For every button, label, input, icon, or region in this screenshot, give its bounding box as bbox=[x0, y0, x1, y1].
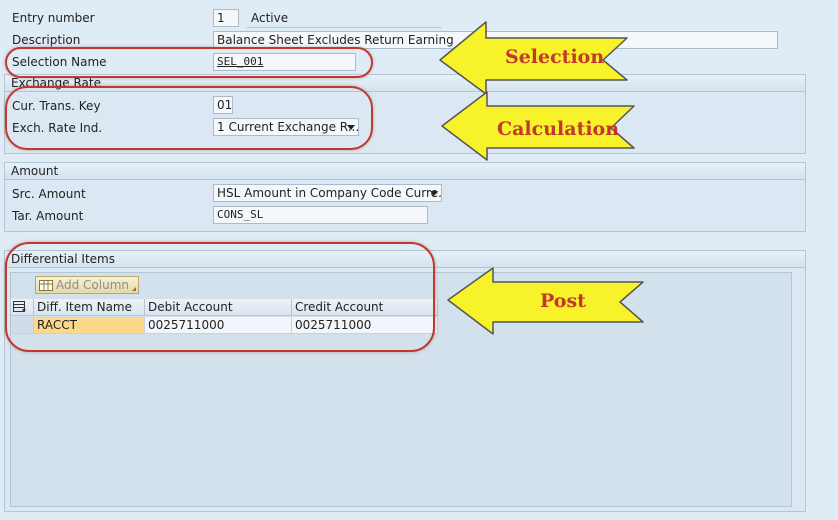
calculation-annotation-text: Calculation bbox=[497, 118, 620, 140]
post-annotation-text: Post bbox=[540, 290, 586, 312]
selection-annotation-text: Selection bbox=[505, 46, 605, 68]
annotation-arrows bbox=[439, 21, 644, 335]
